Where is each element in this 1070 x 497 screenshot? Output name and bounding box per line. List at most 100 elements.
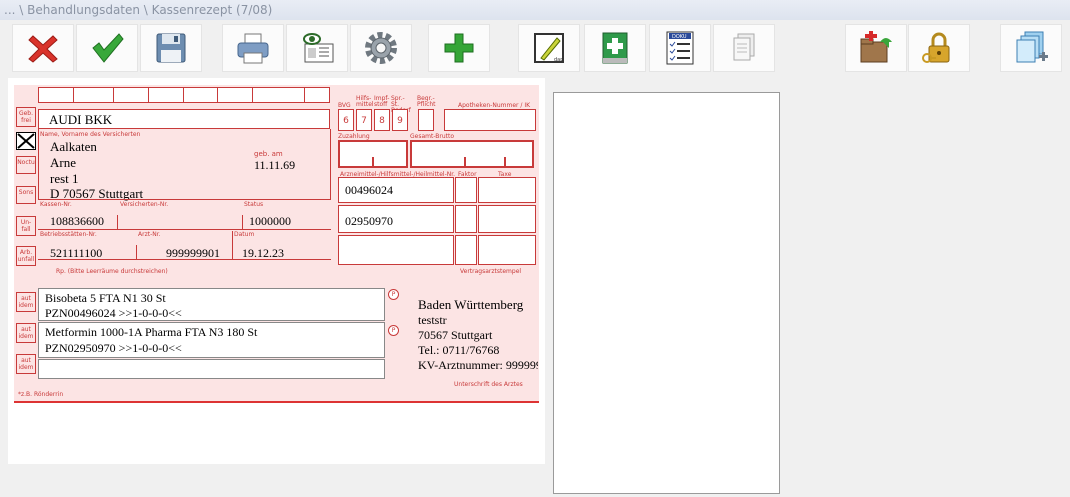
- medication-2-pzn: PZN02950970 >>1-0-0-0<<: [45, 341, 182, 355]
- apotheken-nr-field[interactable]: [444, 109, 536, 131]
- unfall-checkbox[interactable]: Un- fall: [16, 216, 36, 236]
- p-marker-2[interactable]: P: [388, 325, 399, 336]
- pzn2-field[interactable]: 02950970: [338, 205, 454, 233]
- taxe2-field[interactable]: [478, 205, 536, 233]
- top-cells: [38, 87, 330, 103]
- unterschrift-label: Unterschrift des Arztes: [454, 381, 523, 388]
- medical-book-icon: [602, 32, 628, 64]
- bvg-label: BVG: [338, 102, 351, 109]
- medication-row-1[interactable]: Bisobeta 5 FTA N1 30 St PZN00496024 >>1-…: [38, 288, 385, 321]
- padlock-key-icon: [922, 32, 950, 63]
- vertragsarztstempel-label: Vertragsarztstempel: [460, 268, 522, 275]
- gesamt-brutto-label: Gesamt-Brutto: [410, 133, 455, 140]
- copy-pages-icon: [733, 33, 755, 61]
- datum-label: Datum: [234, 231, 255, 238]
- stamp-line2: teststr: [418, 313, 447, 327]
- patient-firstname: Arne: [50, 155, 76, 170]
- sonstige-checkbox[interactable]: Sons: [16, 186, 36, 204]
- delete-button[interactable]: [12, 24, 74, 72]
- p-marker-1[interactable]: P: [388, 289, 399, 300]
- delete-icon: [28, 35, 58, 63]
- side-panel[interactable]: [553, 92, 780, 494]
- floppy-disk-icon: [156, 33, 186, 63]
- settings-button[interactable]: [350, 24, 412, 72]
- cross-mark-icon: [17, 133, 35, 149]
- num-box-7[interactable]: 7: [356, 109, 372, 131]
- bsnr-label: Betriebsstätten-Nr.: [40, 231, 97, 238]
- preview-button[interactable]: [286, 24, 348, 72]
- pzn1-field[interactable]: 00496024: [338, 177, 454, 203]
- aut-idem-checkbox-3[interactable]: aut idem: [16, 354, 36, 374]
- gesamt-brutto-field[interactable]: [410, 140, 534, 168]
- begr-pflicht-label: Begr.- Pflicht: [417, 95, 436, 108]
- arbeitsunfall-checkbox[interactable]: Arb. unfall: [16, 246, 36, 266]
- copy-pages-button[interactable]: [1000, 24, 1062, 72]
- medication-1-pzn: PZN00496024 >>1-0-0-0<<: [45, 306, 182, 320]
- gebuehrfrei-checkbox[interactable]: Geb. frei: [16, 107, 36, 127]
- patient-lastname: Aalkaten: [50, 139, 97, 154]
- medication-row-2[interactable]: Metformin 1000-1A Pharma FTA N3 180 St P…: [38, 322, 385, 358]
- stamp-line5: KV-Arztnummer: 999999901: [418, 358, 538, 372]
- hilfsmittel-label: Hilfs- mittel: [356, 95, 374, 108]
- pzn2-value: 02950970: [345, 214, 393, 228]
- zuzahlung-label: Zuzahlung: [338, 133, 370, 140]
- kasse-value: AUDI BKK: [49, 112, 113, 127]
- doctor-stamp: Baden Württemberg teststr 70567 Stuttgar…: [418, 297, 538, 377]
- num-box-8[interactable]: 8: [374, 109, 390, 131]
- medication-1-name: Bisobeta 5 FTA N1 30 St: [45, 291, 166, 305]
- svg-text:DOKU: DOKU: [672, 34, 687, 40]
- pzn3-field[interactable]: [338, 235, 454, 265]
- kasse-field[interactable]: AUDI BKK: [38, 109, 330, 129]
- add-entry-button[interactable]: [584, 24, 646, 72]
- add-button[interactable]: [428, 24, 490, 72]
- transfer-button[interactable]: [845, 24, 907, 72]
- confirm-button[interactable]: [76, 24, 138, 72]
- stamp-line3: 70567 Stuttgart: [418, 328, 493, 342]
- status-label: Status: [244, 201, 264, 208]
- aut-idem-checkbox-1[interactable]: aut idem: [16, 292, 36, 312]
- noctu-checkbox[interactable]: Noctu: [16, 156, 36, 174]
- pen-form-icon: dap: [534, 33, 564, 63]
- toolbar: dap DOKU: [0, 20, 1070, 76]
- taxe1-field[interactable]: [478, 177, 536, 203]
- apotheken-nr-label: Apotheken-Nummer / IK: [458, 102, 531, 109]
- medication-row-3[interactable]: [38, 359, 385, 379]
- impfstoff-label: Impf- stoff: [374, 95, 390, 108]
- kassen-nr-label: Kassen-Nr.: [40, 201, 72, 208]
- breadcrumb: ... \ Behandlungsdaten \ Kassenrezept (7…: [0, 0, 1070, 20]
- gear-icon: [365, 32, 397, 64]
- lock-button[interactable]: [908, 24, 970, 72]
- printer-icon: [237, 33, 269, 64]
- versicherten-nr-label: Versicherten-Nr.: [120, 201, 169, 208]
- begr-pflicht-box[interactable]: [418, 109, 434, 131]
- faktor2-field[interactable]: [455, 205, 477, 233]
- prescription-form-panel: Geb. frei Noctu Sons Un- fall Arb. unfal…: [8, 78, 545, 464]
- rp-label: Rp. (Bitte Leerräume durchstreichen): [56, 268, 168, 275]
- dob-label: geb. am: [254, 150, 283, 158]
- arzt-nr-label: Arzt-Nr.: [138, 231, 161, 238]
- taxe3-field[interactable]: [478, 235, 536, 265]
- svg-text:dap: dap: [554, 57, 563, 63]
- name-header: Name, Vorname des Versicherten: [40, 131, 141, 138]
- status-value: 1000000: [249, 214, 291, 228]
- gebuehrpflichtig-checkbox[interactable]: [16, 132, 36, 150]
- stack-add-icon: [1016, 31, 1048, 63]
- footer-note: *z.B. Rönderrin: [18, 391, 64, 398]
- print-button[interactable]: [222, 24, 284, 72]
- stamp-line1: Baden Württemberg: [418, 297, 524, 312]
- num-box-9[interactable]: 9: [392, 109, 408, 131]
- save-button[interactable]: [140, 24, 202, 72]
- num-box-6[interactable]: 6: [338, 109, 354, 131]
- prescription-form: Geb. frei Noctu Sons Un- fall Arb. unfal…: [14, 85, 539, 403]
- plus-icon: [444, 33, 474, 63]
- document-list-button[interactable]: DOKU: [649, 24, 711, 72]
- stamp-line4: Tel.: 0711/76768: [418, 343, 500, 357]
- edit-form-button[interactable]: dap: [518, 24, 580, 72]
- faktor1-field[interactable]: [455, 177, 477, 203]
- checkmark-icon: [92, 33, 124, 63]
- kassen-nr-value: 108836600: [50, 214, 104, 228]
- patient-street: rest 1: [50, 171, 79, 186]
- faktor3-field[interactable]: [455, 235, 477, 265]
- aut-idem-checkbox-2[interactable]: aut idem: [16, 323, 36, 343]
- copy-button[interactable]: [713, 24, 775, 72]
